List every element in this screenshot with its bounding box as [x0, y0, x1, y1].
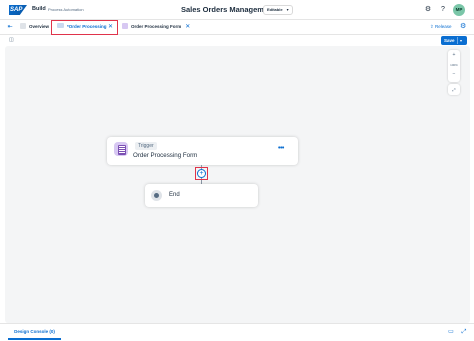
sap-logo-text: SAP — [10, 7, 23, 13]
upload-icon: ⇪ — [430, 24, 434, 29]
settings-icon[interactable]: ⚙ — [423, 5, 433, 15]
zoom-level: 100% — [450, 63, 458, 67]
dock-panel-icon[interactable]: ▭ — [447, 328, 455, 336]
status-label: Editable — [267, 7, 283, 12]
close-icon[interactable]: ✕ — [108, 21, 113, 33]
side-panel-icon[interactable]: ◫ — [9, 37, 15, 43]
form-icon — [122, 23, 128, 29]
help-icon[interactable]: ? — [438, 5, 448, 15]
save-label: Save — [444, 38, 455, 43]
zoom-controls: + 100% − — [448, 50, 460, 82]
chevron-down-icon: ▾ — [286, 7, 289, 12]
project-title: Sales Orders Management — [181, 5, 276, 14]
editor-toolbar: ◫ Save ▾ — [0, 35, 474, 46]
trigger-type-label: Trigger — [135, 142, 157, 150]
brand-name: Build — [32, 6, 46, 12]
process-icon — [57, 23, 64, 28]
end-icon — [151, 190, 162, 201]
add-step-button[interactable]: + — [197, 169, 206, 178]
tab-overview-label: Overview — [29, 24, 50, 29]
fit-to-screen-icon[interactable]: ⤢ — [448, 84, 460, 95]
gear-icon[interactable]: ⚙ — [460, 23, 466, 31]
more-options-icon[interactable]: ••• — [278, 145, 284, 152]
tab-process-label: *Order Processing — [67, 24, 107, 29]
collapse-panel-icon[interactable]: ⇤ — [6, 23, 14, 31]
overview-icon — [20, 23, 26, 29]
tab-form-label: Order Processing Form — [131, 24, 182, 29]
shell-bar: SAP Build Process Automation Sales Order… — [0, 0, 474, 20]
end-label: End — [169, 192, 180, 198]
chevron-down-icon[interactable]: ▾ — [460, 36, 462, 45]
save-button[interactable]: Save ▾ — [441, 36, 467, 45]
close-icon[interactable]: ✕ — [185, 24, 190, 30]
end-step-card[interactable] — [145, 184, 258, 207]
expand-icon[interactable]: ⤢ — [460, 328, 468, 336]
tab-order-processing-form[interactable]: Order Processing Form ✕ — [122, 21, 190, 33]
bottom-bar: Design Console (0) ▭ ⤢ — [0, 323, 474, 341]
zoom-in-icon[interactable]: + — [448, 52, 460, 58]
release-label: Release — [435, 24, 452, 29]
tab-overview[interactable]: Overview — [20, 21, 49, 33]
trigger-name: Order Processing Form — [133, 152, 198, 159]
zoom-out-icon[interactable]: − — [448, 71, 460, 77]
user-avatar[interactable]: MP — [453, 4, 465, 16]
save-separator — [457, 37, 458, 44]
product-name: Process Automation — [48, 7, 84, 12]
sap-logo[interactable]: SAP — [9, 5, 27, 15]
tab-order-processing[interactable]: *Order Processing ✕ — [51, 20, 118, 35]
form-trigger-icon — [114, 142, 128, 156]
release-button[interactable]: ⇪ Release — [430, 24, 452, 30]
status-dropdown[interactable]: Editable ▾ — [263, 5, 293, 15]
design-console-tab[interactable]: Design Console (0) — [8, 324, 61, 340]
